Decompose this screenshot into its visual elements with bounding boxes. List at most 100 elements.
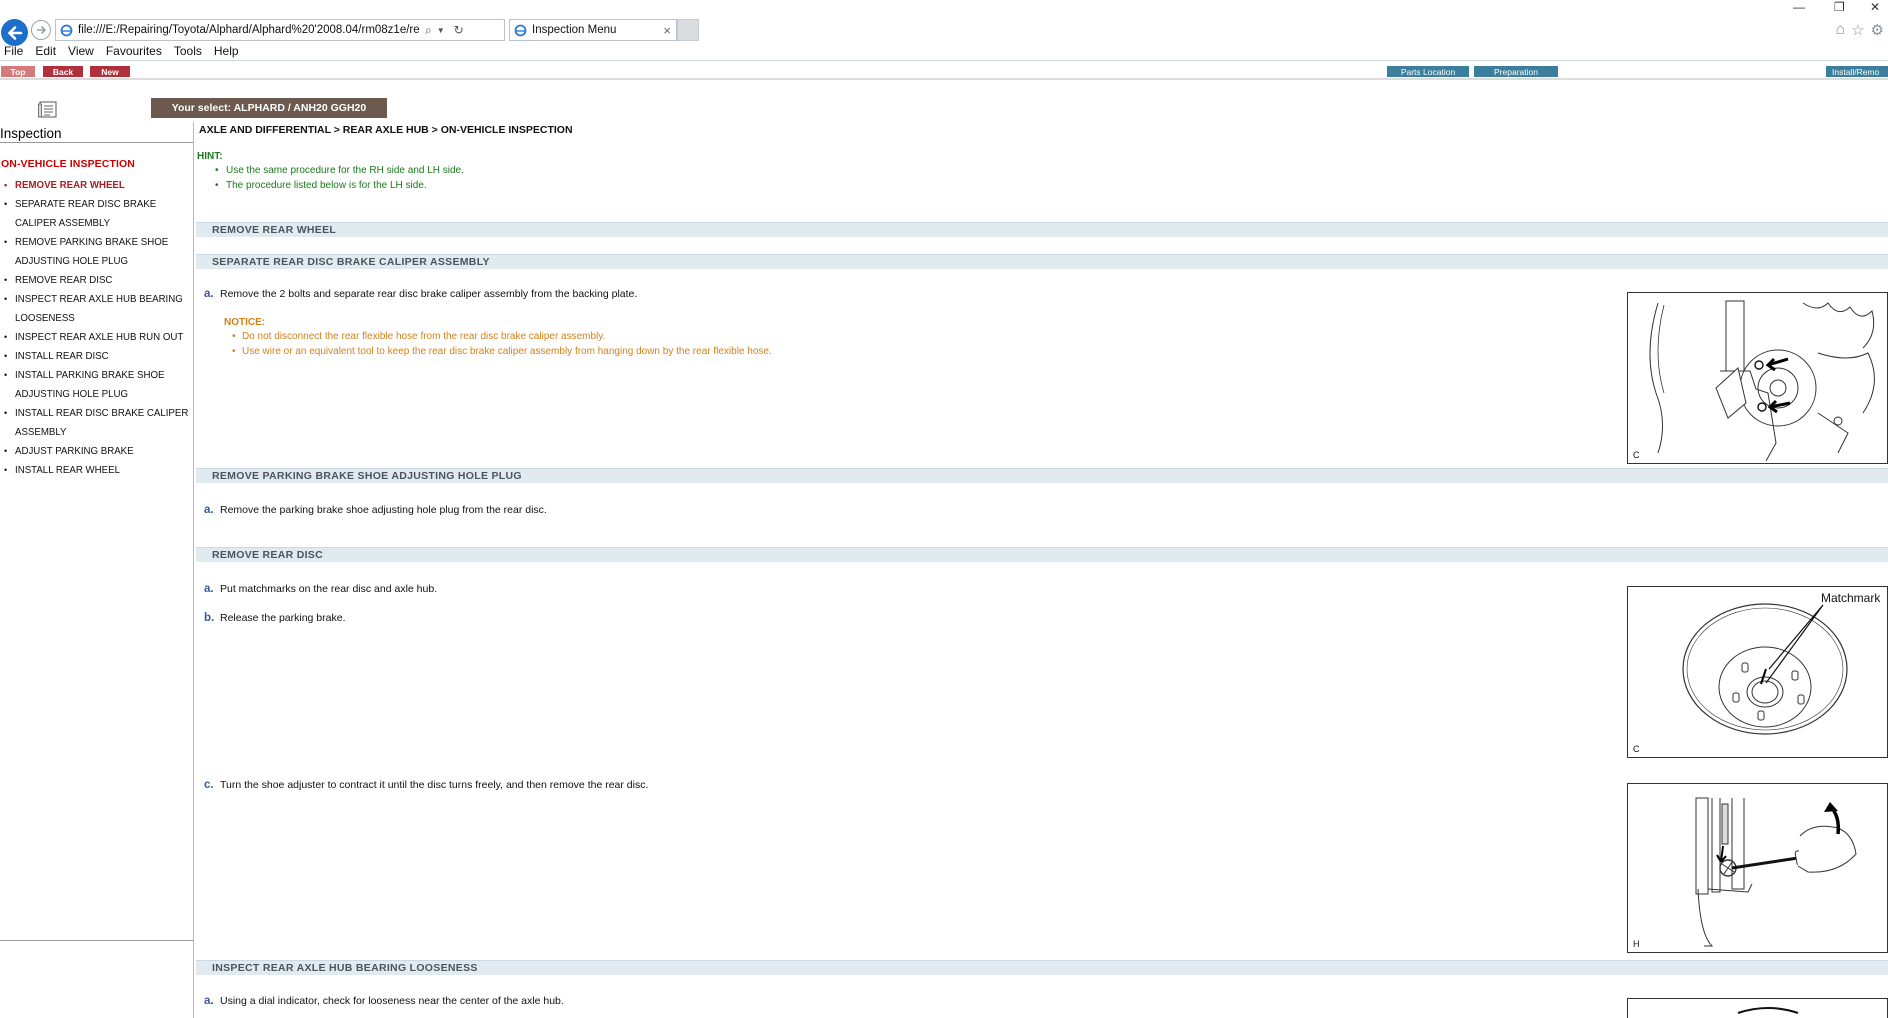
toc-item-install-hole-plug[interactable]: INSTALL PARKING BRAKE SHOE ADJUSTING HOL… bbox=[0, 366, 190, 404]
step: a. Using a dial indicator, check for loos… bbox=[204, 995, 564, 1007]
toc-item-inspect-bearing-looseness[interactable]: INSPECT REAR AXLE HUB BEARING LOOSENESS bbox=[0, 290, 190, 328]
dial-indicator-illustration bbox=[1627, 998, 1888, 1018]
notice-label: NOTICE: bbox=[224, 317, 266, 328]
rear-disc-drawing: Matchmark bbox=[1682, 591, 1881, 735]
panel-title: Inspection bbox=[0, 126, 62, 141]
toc-item-separate-caliper[interactable]: SEPARATE REAR DISC BRAKE CALIPER ASSEMBL… bbox=[0, 195, 190, 233]
hint-item: Use the same procedure for the RH side a… bbox=[214, 164, 464, 179]
step-label: a. bbox=[204, 288, 214, 300]
forward-nav-button[interactable] bbox=[31, 20, 51, 40]
divider bbox=[0, 60, 1888, 61]
document-icon[interactable] bbox=[38, 101, 60, 119]
menu-view[interactable]: View bbox=[64, 44, 98, 58]
new-button[interactable]: New bbox=[90, 66, 130, 77]
menu-tools[interactable]: Tools bbox=[170, 44, 206, 58]
step-text: Turn the shoe adjuster to contract it un… bbox=[220, 779, 649, 791]
step-label: a. bbox=[204, 583, 214, 595]
left-panel: Inspection ON-VEHICLE INSPECTION REMOVE … bbox=[0, 122, 194, 1018]
section-header-remove-rear-disc: REMOVE REAR DISC bbox=[196, 547, 1888, 562]
figure-callout: Matchmark bbox=[1821, 591, 1881, 605]
step-text: Using a dial indicator, check for loosen… bbox=[220, 995, 564, 1007]
toc-item-remove-hole-plug[interactable]: REMOVE PARKING BRAKE SHOE ADJUSTING HOLE… bbox=[0, 233, 190, 271]
section-header-inspect-bearing-looseness: INSPECT REAR AXLE HUB BEARING LOOSENESS bbox=[196, 960, 1888, 975]
menu-help[interactable]: Help bbox=[210, 44, 243, 58]
address-bar[interactable]: file:///E:/Repairing/Toyota/Alphard/Alph… bbox=[55, 19, 505, 41]
section-header-remove-hole-plug: REMOVE PARKING BRAKE SHOE ADJUSTING HOLE… bbox=[196, 468, 1888, 483]
top-button[interactable]: Top bbox=[1, 66, 35, 77]
section-header-separate-caliper: SEPARATE REAR DISC BRAKE CALIPER ASSEMBL… bbox=[196, 254, 1888, 269]
matchmark-illustration: Matchmark C bbox=[1627, 586, 1888, 758]
dropdown-icon[interactable]: ▼ bbox=[437, 26, 445, 35]
step-label: a. bbox=[204, 995, 214, 1007]
install-remove-button[interactable]: Install/Remo bbox=[1826, 66, 1888, 77]
panel-heading[interactable]: ON-VEHICLE INSPECTION bbox=[1, 158, 135, 170]
step-label: a. bbox=[204, 504, 214, 516]
address-url[interactable]: file:///E:/Repairing/Toyota/Alphard/Alph… bbox=[78, 24, 420, 36]
figure-code: C bbox=[1633, 744, 1640, 754]
tab-inspection-menu[interactable]: Inspection Menu × bbox=[509, 19, 677, 41]
divider bbox=[0, 78, 1888, 80]
toc-item-install-rear-wheel[interactable]: INSTALL REAR WHEEL bbox=[0, 461, 190, 480]
toc-item-remove-rear-wheel[interactable]: REMOVE REAR WHEEL bbox=[0, 176, 190, 195]
divider bbox=[0, 940, 193, 941]
breadcrumb: AXLE AND DIFFERENTIAL > REAR AXLE HUB > … bbox=[199, 124, 573, 136]
step-label: c. bbox=[204, 779, 214, 791]
notice-item: Use wire or an equivalent tool to keep t… bbox=[226, 345, 772, 360]
step-label: b. bbox=[204, 612, 215, 624]
figure-code: H bbox=[1633, 939, 1640, 949]
restore-icon[interactable]: ❐ bbox=[1834, 0, 1845, 16]
back-button[interactable]: Back bbox=[43, 66, 83, 77]
caliper-illustration: C bbox=[1627, 292, 1888, 464]
arrow-left-icon bbox=[7, 25, 22, 40]
refresh-icon[interactable]: ↻ bbox=[454, 23, 464, 37]
hint-list: Use the same procedure for the RH side a… bbox=[214, 164, 464, 193]
hint-item: The procedure listed below is for the LH… bbox=[214, 179, 464, 194]
new-tab-button[interactable] bbox=[677, 19, 699, 41]
step: a. Put matchmarks on the rear disc and ax… bbox=[204, 583, 437, 595]
vehicle-selection-badge: Your select: ALPHARD / ANH20 GGH20 bbox=[151, 98, 387, 118]
hint-label: HINT: bbox=[197, 151, 223, 162]
toc-list: REMOVE REAR WHEEL SEPARATE REAR DISC BRA… bbox=[0, 176, 190, 480]
step-text: Remove the 2 bolts and separate rear dis… bbox=[220, 288, 638, 300]
star-icon[interactable]: ☆ bbox=[1851, 21, 1864, 39]
notice-list: Do not disconnect the rear flexible hose… bbox=[226, 330, 772, 359]
close-window-icon[interactable]: ✕ bbox=[1870, 0, 1880, 16]
step: c. Turn the shoe adjuster to contract it … bbox=[204, 779, 648, 791]
shoe-adjuster-illustration: H bbox=[1627, 783, 1888, 953]
toc-item-install-caliper[interactable]: INSTALL REAR DISC BRAKE CALIPER ASSEMBLY bbox=[0, 404, 190, 442]
main-content: AXLE AND DIFFERENTIAL > REAR AXLE HUB > … bbox=[196, 122, 1888, 1018]
step: b. Release the parking brake. bbox=[204, 612, 346, 624]
search-icon[interactable]: ⌕ bbox=[425, 23, 432, 38]
step-text: Release the parking brake. bbox=[220, 612, 346, 624]
ie-tab-icon bbox=[514, 24, 527, 36]
figure-code: C bbox=[1633, 450, 1640, 460]
page-toolbar: Top Back New Parts Location Preparation … bbox=[0, 64, 1888, 78]
ie-page-icon bbox=[60, 24, 73, 36]
step: a. Remove the 2 bolts and separate rear d… bbox=[204, 288, 637, 300]
step-text: Remove the parking brake shoe adjusting … bbox=[220, 504, 547, 516]
toc-item-install-rear-disc[interactable]: INSTALL REAR DISC bbox=[0, 347, 190, 366]
toc-item-inspect-run-out[interactable]: INSPECT REAR AXLE HUB RUN OUT bbox=[0, 328, 190, 347]
divider bbox=[0, 142, 193, 143]
preparation-button[interactable]: Preparation bbox=[1474, 66, 1558, 77]
menu-favourites[interactable]: Favourites bbox=[102, 44, 166, 58]
toc-item-adjust-parking-brake[interactable]: ADJUST PARKING BRAKE bbox=[0, 442, 190, 461]
tab-close-icon[interactable]: × bbox=[663, 23, 671, 38]
gear-icon[interactable]: ⚙ bbox=[1871, 21, 1884, 39]
menu-file[interactable]: File bbox=[0, 44, 27, 58]
arrow-right-icon bbox=[37, 25, 47, 35]
parts-location-button[interactable]: Parts Location bbox=[1387, 66, 1469, 77]
shoe-adjuster-drawing bbox=[1695, 797, 1857, 947]
step: a. Remove the parking brake shoe adjustin… bbox=[204, 504, 547, 516]
menu-edit[interactable]: Edit bbox=[31, 44, 60, 58]
caliper-drawing bbox=[1649, 300, 1875, 462]
minimize-icon[interactable]: — bbox=[1793, 0, 1805, 16]
toc-item-remove-rear-disc[interactable]: REMOVE REAR DISC bbox=[0, 271, 190, 290]
tab-title: Inspection Menu bbox=[532, 24, 617, 36]
notice-item: Do not disconnect the rear flexible hose… bbox=[226, 330, 772, 345]
menu-bar: File Edit View Favourites Tools Help bbox=[0, 42, 1888, 59]
dial-indicator-drawing bbox=[1737, 1007, 1799, 1014]
section-header-remove-rear-wheel: REMOVE REAR WHEEL bbox=[196, 222, 1888, 237]
home-icon[interactable]: ⌂ bbox=[1835, 21, 1845, 39]
step-text: Put matchmarks on the rear disc and axle… bbox=[220, 583, 438, 595]
